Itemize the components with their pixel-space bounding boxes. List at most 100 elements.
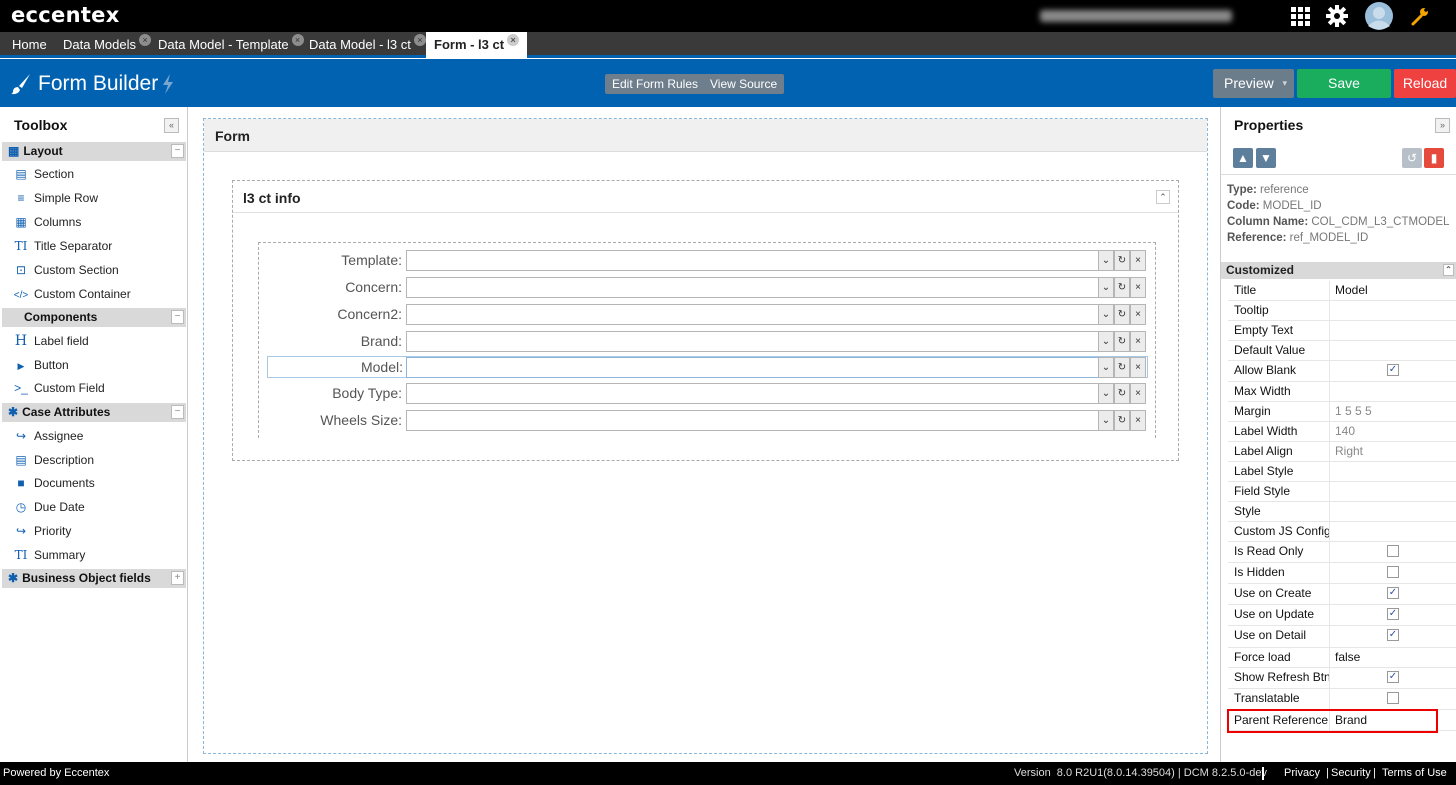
wheels-size-combo-input[interactable] — [406, 410, 1099, 431]
model-combo-input[interactable] — [406, 357, 1099, 378]
chevron-down-icon[interactable]: ⌄ — [1098, 250, 1114, 271]
refresh-icon[interactable]: ↻ — [1114, 357, 1130, 378]
brand-combo-input[interactable] — [406, 331, 1099, 352]
refresh-icon[interactable]: ↻ — [1114, 383, 1130, 404]
prop-row-use-on-update[interactable]: Use on Update ✓ — [1228, 605, 1456, 626]
collapse-left-icon[interactable]: « — [164, 118, 179, 133]
is-hidden-checkbox[interactable] — [1387, 566, 1399, 578]
group-business-object-fields[interactable]: ✱ Business Object fields + — [2, 569, 186, 588]
use-on-update-checkbox[interactable]: ✓ — [1387, 608, 1399, 620]
toolbox-item-section[interactable]: ▤ Section — [13, 164, 74, 184]
expand-icon[interactable]: + — [171, 571, 184, 585]
field-row-concern2[interactable]: Concern2: ⌄ ↻ × — [259, 304, 1157, 326]
field-row-template[interactable]: Template: ⌄ ↻ × — [259, 250, 1157, 272]
allow-blank-checkbox[interactable]: ✓ — [1387, 364, 1399, 376]
form-container[interactable]: Form l3 ct info ⌃ Template: ⌄ ↻ × Concer… — [203, 118, 1208, 754]
prop-value[interactable]: false — [1335, 650, 1360, 664]
prop-row-label-align[interactable]: Label Align Right — [1228, 442, 1456, 462]
chevron-down-icon[interactable]: ⌄ — [1098, 357, 1114, 378]
prop-row-is-hidden[interactable]: Is Hidden — [1228, 563, 1456, 584]
show-refresh-btn-checkbox[interactable]: ✓ — [1387, 671, 1399, 683]
is-read-only-checkbox[interactable] — [1387, 545, 1399, 557]
concern2-combo-input[interactable] — [406, 304, 1099, 325]
customized-header[interactable]: Customized ⌃ — [1221, 262, 1456, 279]
prop-row-tooltip[interactable]: Tooltip — [1228, 301, 1456, 321]
toolbox-item-description[interactable]: ▤ Description — [13, 450, 94, 470]
prop-row-title[interactable]: Title Model — [1228, 281, 1456, 301]
prop-row-translatable[interactable]: Translatable — [1228, 689, 1456, 710]
chevron-down-icon[interactable]: ⌄ — [1098, 410, 1114, 431]
collapse-icon[interactable]: − — [171, 310, 184, 324]
close-icon[interactable]: × — [138, 34, 151, 46]
apps-grid-icon[interactable] — [1288, 4, 1312, 28]
refresh-icon[interactable]: ↻ — [1114, 410, 1130, 431]
toolbox-item-documents[interactable]: ■ Documents — [13, 473, 94, 493]
prop-row-force-load[interactable]: Force load false — [1228, 648, 1456, 668]
clear-icon[interactable]: × — [1130, 331, 1146, 352]
prop-row-label-style[interactable]: Label Style — [1228, 462, 1456, 482]
avatar[interactable] — [1364, 1, 1394, 31]
field-row-concern[interactable]: Concern: ⌄ ↻ × — [259, 277, 1157, 299]
tab-data-models[interactable]: Data Models × — [63, 32, 151, 58]
preview-button[interactable]: Preview ▾ — [1213, 69, 1294, 98]
view-source-button[interactable]: View Source — [703, 74, 785, 94]
trash-icon[interactable]: ▮ — [1424, 148, 1444, 168]
concern-combo-input[interactable] — [406, 277, 1099, 298]
collapse-up-icon[interactable]: ⌃ — [1156, 190, 1170, 204]
close-icon[interactable]: × — [507, 34, 520, 46]
translatable-checkbox[interactable] — [1387, 692, 1399, 704]
field-row-brand[interactable]: Brand: ⌄ ↻ × — [259, 331, 1157, 353]
edit-form-rules-button[interactable]: Edit Form Rules — [605, 74, 706, 94]
collapse-icon[interactable]: − — [171, 405, 184, 419]
field-row-body-type[interactable]: Body Type: ⌄ ↻ × — [259, 383, 1157, 405]
security-link[interactable]: Security — [1331, 762, 1371, 785]
terms-link[interactable]: Terms of Use — [1382, 762, 1447, 785]
refresh-icon[interactable]: ↻ — [1114, 331, 1130, 352]
tab-data-model-template[interactable]: Data Model - Template × — [158, 32, 304, 58]
clear-icon[interactable]: × — [1130, 410, 1146, 431]
prop-row-use-on-create[interactable]: Use on Create ✓ — [1228, 584, 1456, 605]
save-button[interactable]: Save — [1297, 69, 1391, 98]
group-components[interactable]: Components − — [2, 308, 186, 327]
toolbox-item-assignee[interactable]: ↪ Assignee — [13, 426, 83, 446]
prop-value[interactable]: 140 — [1335, 424, 1355, 438]
prop-row-field-style[interactable]: Field Style — [1228, 482, 1456, 502]
toolbox-item-label-field[interactable]: H Label field — [13, 331, 89, 351]
field-row-model-selected[interactable]: Model: ⌄ ↻ × — [267, 356, 1148, 378]
clear-icon[interactable]: × — [1130, 277, 1146, 298]
clear-icon[interactable]: × — [1130, 250, 1146, 271]
clear-icon[interactable]: × — [1130, 357, 1146, 378]
toolbox-item-priority[interactable]: ↪ Priority — [13, 521, 71, 541]
chevron-down-icon[interactable]: ⌄ — [1098, 277, 1114, 298]
group-case-attributes[interactable]: ✱ Case Attributes − — [2, 403, 186, 422]
clear-icon[interactable]: × — [1130, 304, 1146, 325]
close-icon[interactable]: × — [413, 34, 426, 46]
toolbox-item-summary[interactable]: TI Summary — [13, 545, 86, 565]
field-row-wheels-size[interactable]: Wheels Size: ⌄ ↻ × — [259, 410, 1157, 432]
privacy-link[interactable]: Privacy — [1284, 762, 1320, 785]
body-type-combo-input[interactable] — [406, 383, 1099, 404]
prop-value[interactable]: Right — [1335, 444, 1363, 458]
prop-row-empty-text[interactable]: Empty Text — [1228, 321, 1456, 341]
template-combo-input[interactable] — [406, 250, 1099, 271]
close-icon[interactable]: × — [291, 34, 304, 46]
clear-icon[interactable]: × — [1130, 383, 1146, 404]
expand-right-icon[interactable]: » — [1435, 118, 1450, 133]
prop-row-default-value[interactable]: Default Value — [1228, 341, 1456, 361]
toolbox-item-simple-row[interactable]: ≡ Simple Row — [13, 188, 98, 208]
tab-data-model-l3-ct[interactable]: Data Model - l3 ct × — [309, 32, 426, 58]
tab-form-l3-ct[interactable]: Form - l3 ct × — [426, 32, 528, 58]
prop-row-style[interactable]: Style — [1228, 502, 1456, 522]
prop-row-allow-blank[interactable]: Allow Blank ✓ — [1228, 361, 1456, 382]
prop-row-custom-js-config[interactable]: Custom JS Config — [1228, 522, 1456, 542]
chevron-down-icon[interactable]: ⌄ — [1098, 331, 1114, 352]
toolbox-item-columns[interactable]: ▦ Columns — [13, 212, 81, 232]
toolbox-item-button[interactable]: ▶ Button — [13, 355, 69, 375]
wrench-icon[interactable] — [1408, 4, 1432, 28]
reload-button[interactable]: Reload — [1394, 69, 1456, 98]
prop-row-is-read-only[interactable]: Is Read Only — [1228, 542, 1456, 563]
tab-home[interactable]: Home — [12, 32, 47, 58]
prop-row-show-refresh-btn[interactable]: Show Refresh Btn ✓ — [1228, 668, 1456, 689]
prop-row-max-width[interactable]: Max Width — [1228, 382, 1456, 402]
chevron-down-icon[interactable]: ⌄ — [1098, 383, 1114, 404]
